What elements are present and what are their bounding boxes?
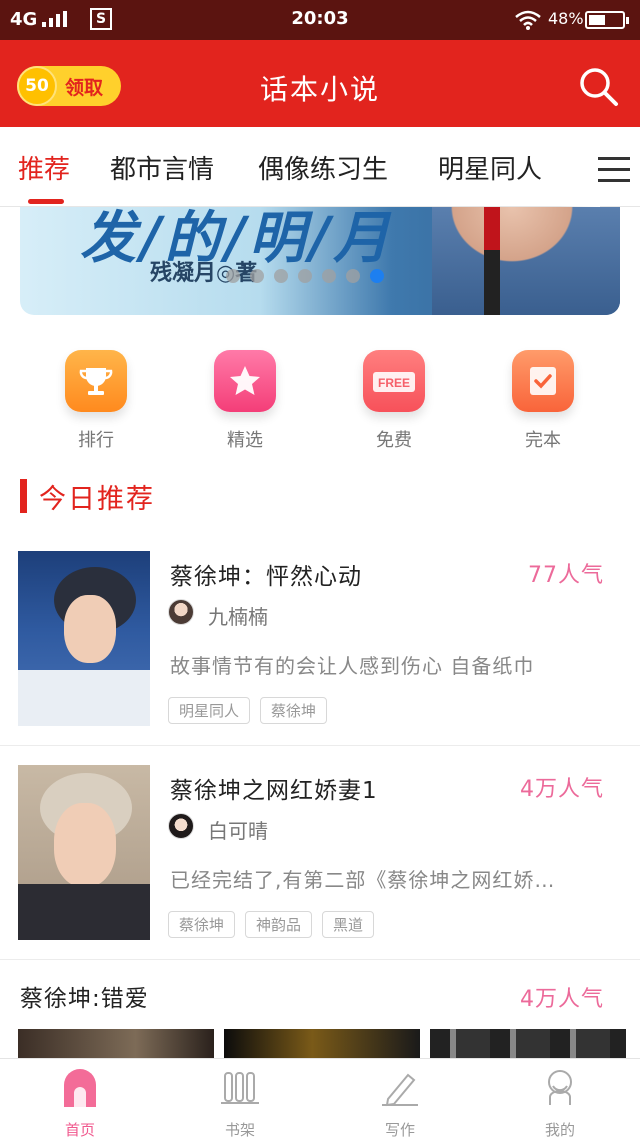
star-icon xyxy=(214,350,276,412)
wifi-icon xyxy=(515,10,541,30)
author-avatar xyxy=(168,599,194,625)
book-item[interactable]: 蔡徐坤：怦然心动 77人气 九楠楠 故事情节有的会让人感到伤心 自备纸巾 明星同… xyxy=(0,551,640,746)
completed-entry[interactable]: 完本 xyxy=(498,350,588,452)
tab-celebrity-fanfic[interactable]: 明星同人 xyxy=(438,149,542,186)
nav-home[interactable]: 首页 xyxy=(20,1067,140,1138)
book-popularity: 4万人气 xyxy=(520,777,604,802)
trophy-icon xyxy=(65,350,127,412)
nav-home-label: 首页 xyxy=(64,1121,95,1138)
tab-urban-romance[interactable]: 都市言情 xyxy=(110,149,214,186)
bottom-nav: 首页 书架 写作 我的 xyxy=(0,1058,640,1138)
status-bar: 4G S 20:03 48% xyxy=(0,0,640,40)
book-author[interactable]: 白可晴 xyxy=(208,815,268,844)
carousel-dot[interactable] xyxy=(370,269,384,283)
book-tag[interactable]: 黑道 xyxy=(322,911,375,938)
home-icon xyxy=(64,1069,96,1107)
featured-entry[interactable]: 精选 xyxy=(200,350,290,452)
banner-image xyxy=(432,207,620,315)
book-cover xyxy=(18,551,150,726)
book-cover xyxy=(18,765,150,940)
ranking-label: 排行 xyxy=(78,430,114,451)
book-description: 故事情节有的会让人感到伤心 自备纸巾 xyxy=(170,654,535,678)
profile-icon xyxy=(548,1070,572,1105)
book-description: 已经完结了,有第二部《蔡徐坤之网红娇… xyxy=(170,868,556,892)
completed-label: 完本 xyxy=(525,430,561,451)
ranking-entry[interactable]: 排行 xyxy=(51,350,141,452)
search-icon[interactable] xyxy=(576,64,620,108)
carousel-dot[interactable] xyxy=(322,269,336,283)
menu-icon[interactable] xyxy=(598,157,630,183)
thumbnail[interactable] xyxy=(430,1029,626,1059)
tab-recommend[interactable]: 推荐 xyxy=(18,149,70,186)
pen-icon xyxy=(382,1073,418,1107)
nav-write-label: 写作 xyxy=(384,1121,415,1138)
book-tag[interactable]: 蔡徐坤 xyxy=(260,697,328,724)
author-avatar xyxy=(168,813,194,839)
thumbnail[interactable] xyxy=(224,1029,420,1059)
featured-label: 精选 xyxy=(227,430,263,451)
book-item[interactable]: 蔡徐坤之网红娇妻1 4万人气 白可晴 已经完结了,有第二部《蔡徐坤之网红娇… 蔡… xyxy=(0,765,640,960)
carousel-dot[interactable] xyxy=(250,269,264,283)
book-tags: 蔡徐坤 神韵品 黑道 xyxy=(168,911,375,938)
nav-profile[interactable]: 我的 xyxy=(500,1067,620,1138)
quick-entries: 排行 精选 FREE 免费 完本 xyxy=(0,350,640,460)
nav-bookshelf[interactable]: 书架 xyxy=(180,1067,300,1138)
book-author[interactable]: 九楠楠 xyxy=(208,601,268,630)
section-title: 今日推荐 xyxy=(39,483,155,515)
collection-title: 蔡徐坤:错爱 xyxy=(20,986,149,1012)
battery-icon xyxy=(585,11,629,29)
carousel-dot[interactable] xyxy=(226,269,240,283)
check-note-icon xyxy=(512,350,574,412)
category-tabs: 推荐 都市言情 偶像练习生 明星同人 xyxy=(0,127,640,207)
page-title: 话本小说 xyxy=(259,73,380,106)
carousel-dots xyxy=(226,269,384,283)
nav-bookshelf-label: 书架 xyxy=(224,1121,255,1138)
collection-popularity: 4万人气 xyxy=(520,987,604,1012)
section-heading: 今日推荐 xyxy=(20,478,155,515)
book-tag[interactable]: 明星同人 xyxy=(168,697,251,724)
tab-idol-trainee[interactable]: 偶像练习生 xyxy=(258,149,388,186)
microphone-image xyxy=(484,207,500,315)
book-title: 蔡徐坤之网红娇妻1 xyxy=(170,778,378,804)
app-header: 50 领取 话本小说 xyxy=(0,40,640,127)
carousel-dot[interactable] xyxy=(346,269,360,283)
banner-carousel[interactable]: 发/的/明/月 残凝月◎著 xyxy=(20,207,620,315)
bookshelf-icon xyxy=(221,1072,259,1104)
nav-profile-label: 我的 xyxy=(544,1121,575,1138)
book-title: 蔡徐坤：怦然心动 xyxy=(170,564,362,590)
collection-thumbnails xyxy=(18,1029,640,1059)
free-label: 免费 xyxy=(376,430,412,451)
free-entry[interactable]: FREE 免费 xyxy=(349,350,439,452)
active-tab-indicator xyxy=(28,199,64,204)
clock: 20:03 xyxy=(291,8,349,29)
free-tag-icon: FREE xyxy=(363,350,425,412)
book-tags: 明星同人 蔡徐坤 xyxy=(168,697,328,724)
carousel-dot[interactable] xyxy=(274,269,288,283)
battery-percent: 48% xyxy=(548,9,584,28)
book-tag[interactable]: 蔡徐坤 xyxy=(168,911,236,938)
book-popularity: 77人气 xyxy=(528,563,604,588)
book-tag[interactable]: 神韵品 xyxy=(245,911,313,938)
svg-text:FREE: FREE xyxy=(378,376,410,390)
thumbnail[interactable] xyxy=(18,1029,214,1059)
carousel-dot[interactable] xyxy=(298,269,312,283)
nav-write[interactable]: 写作 xyxy=(340,1067,460,1138)
